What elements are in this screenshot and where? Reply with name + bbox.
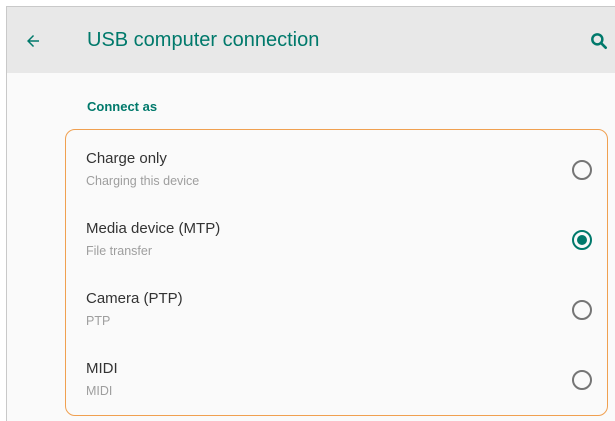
option-camera-ptp[interactable]: Camera (PTP) PTP (66, 278, 606, 348)
option-sublabel: File transfer (86, 244, 152, 258)
section-header: Connect as (87, 99, 158, 114)
connection-options-group: Charge only Charging this device Media d… (65, 129, 608, 416)
option-sublabel: Charging this device (86, 174, 200, 188)
option-label: Charge only (86, 150, 167, 167)
app-toolbar: USB computer connection (7, 7, 615, 73)
option-sublabel: MIDI (86, 384, 113, 398)
option-midi[interactable]: MIDI MIDI (66, 348, 606, 418)
search-icon (591, 33, 607, 50)
radio-button[interactable] (572, 160, 592, 180)
option-label: MIDI (86, 360, 118, 377)
search-button[interactable] (585, 27, 613, 55)
settings-screen: USB computer connection Connect as Charg… (6, 6, 615, 421)
option-charge-only[interactable]: Charge only Charging this device (66, 138, 606, 208)
page-title: USB computer connection (87, 29, 320, 51)
radio-button-checked[interactable] (572, 230, 592, 250)
radio-button[interactable] (572, 370, 592, 390)
option-label: Media device (MTP) (86, 220, 221, 237)
option-sublabel: PTP (86, 314, 111, 328)
option-media-device[interactable]: Media device (MTP) File transfer (66, 208, 606, 278)
arrow-left-icon (27, 35, 39, 47)
option-label: Camera (PTP) (86, 290, 183, 307)
back-button[interactable] (19, 27, 47, 55)
radio-button[interactable] (572, 300, 592, 320)
